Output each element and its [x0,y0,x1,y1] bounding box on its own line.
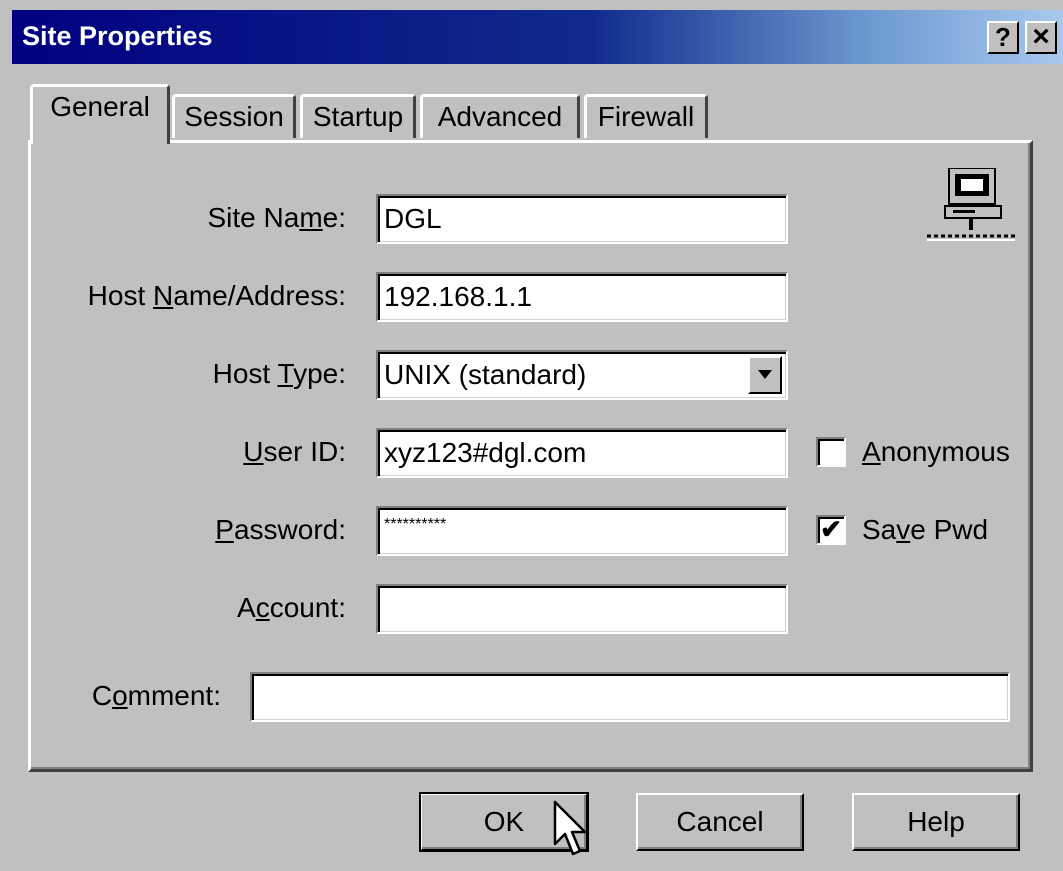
save-pwd-checkbox[interactable]: ✔ [816,515,846,545]
close-title-button[interactable]: × [1025,21,1057,54]
tab-general[interactable]: General [30,84,170,144]
help-button[interactable]: Help [852,793,1020,851]
title-bar[interactable]: Site Properties ? × [12,10,1063,64]
computer-icon [927,168,1015,241]
user-id-input[interactable]: xyz123#dgl.com [376,428,788,478]
account-label: Account: [237,592,346,623]
host-type-label: Host Type: [212,358,346,389]
save-pwd-label[interactable]: Save Pwd [862,514,988,546]
anonymous-label[interactable]: Anonymous [862,436,1010,468]
cancel-button[interactable]: Cancel [636,793,804,851]
site-name-label: Site Name: [207,202,346,233]
window-title: Site Properties [22,21,213,51]
host-name-label: Host Name/Address: [87,280,346,311]
tab-startup[interactable]: Startup [300,94,416,138]
site-name-input[interactable]: DGL [376,194,788,244]
anonymous-checkbox[interactable] [816,437,846,467]
tab-advanced[interactable]: Advanced [420,94,580,138]
tab-firewall[interactable]: Firewall [584,94,708,138]
host-type-select[interactable]: UNIX (standard) [376,350,788,400]
host-address-input[interactable]: 192.168.1.1 [376,272,788,322]
host-type-value: UNIX (standard) [384,359,587,390]
user-id-label: User ID: [243,436,346,467]
password-label: Password: [215,514,346,545]
help-title-button[interactable]: ? [987,21,1019,54]
mouse-pointer-icon [553,800,587,856]
account-input[interactable] [376,584,788,634]
comment-label: Comment: [91,680,221,711]
dropdown-button[interactable] [748,356,782,394]
password-input[interactable]: ********** [376,506,788,556]
tab-general-label: General [50,91,150,122]
comment-input[interactable] [250,672,1010,722]
tab-session[interactable]: Session [172,94,296,138]
chevron-down-icon [758,370,772,379]
